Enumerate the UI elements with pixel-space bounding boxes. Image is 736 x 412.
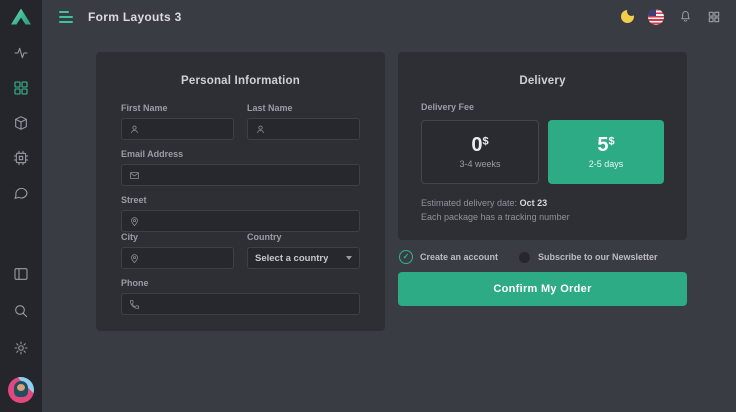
sidebar-item-layouts[interactable]: [13, 80, 29, 96]
first-name-label: First Name: [121, 103, 234, 113]
us-flag-language-icon[interactable]: [648, 9, 664, 25]
delivery-option-free[interactable]: 0$ 3-4 weeks: [421, 120, 539, 184]
tracking-note: Each package has a tracking number: [421, 211, 664, 225]
country-select[interactable]: Select a country: [247, 247, 360, 269]
personal-information-card: Personal Information First Name Last Nam…: [96, 52, 385, 331]
delivery-options: 0$ 3-4 weeks 5$ 2-5 days: [421, 120, 664, 184]
phone-label: Phone: [121, 278, 360, 288]
sidebar-nav-top: [13, 45, 29, 201]
header: Form Layouts 3: [42, 0, 736, 33]
page-title: Form Layouts 3: [88, 10, 182, 24]
header-actions: [621, 9, 721, 25]
delivery-option-free-price: 0$: [471, 135, 488, 155]
sidebar-item-settings[interactable]: [13, 340, 29, 356]
delivery-option-express-price: 5$: [597, 135, 614, 155]
sidebar-item-components[interactable]: [13, 115, 29, 131]
app-logo[interactable]: [0, 0, 42, 33]
email-label: Email Address: [121, 149, 360, 159]
pin-icon: [129, 216, 140, 227]
country-label: Country: [247, 232, 360, 242]
last-name-label: Last Name: [247, 103, 360, 113]
email-input[interactable]: [146, 170, 352, 181]
theme-moon-icon[interactable]: [621, 10, 634, 23]
chevron-down-icon: [346, 256, 352, 260]
settings-gear-icon: [13, 340, 29, 356]
sidebar-item-hardware[interactable]: [13, 150, 29, 166]
grid-menu-icon: [707, 10, 721, 24]
country-select-value: Select a country: [255, 253, 328, 264]
first-name-input[interactable]: [146, 124, 226, 135]
person-icon: [255, 124, 266, 135]
city-input[interactable]: [146, 253, 226, 264]
person-icon: [129, 124, 140, 135]
cube-icon: [13, 115, 29, 131]
delivery-fee-label: Delivery Fee: [421, 102, 664, 112]
subscribe-row: Create an account Subscribe to our Newsl…: [399, 250, 688, 264]
sidebar: [0, 0, 42, 412]
first-name-input-box: [121, 118, 234, 140]
delivery-notes: Estimated delivery date: Oct 23 Each pac…: [421, 197, 664, 225]
phone-icon: [129, 299, 140, 310]
search-icon: [13, 303, 29, 319]
envelope-icon: [129, 170, 140, 181]
city-label: City: [121, 232, 234, 242]
sidebar-item-search[interactable]: [13, 303, 29, 319]
bell-icon: [678, 9, 693, 24]
delivery-card: Delivery Delivery Fee 0$ 3-4 weeks 5$ 2-…: [398, 52, 687, 240]
last-name-input[interactable]: [272, 124, 352, 135]
chip-icon: [13, 150, 29, 166]
last-name-input-box: [247, 118, 360, 140]
user-avatar[interactable]: [8, 377, 34, 403]
phone-input-box: [121, 293, 360, 315]
panel-layout-icon: [13, 266, 29, 282]
create-account-checkbox[interactable]: [399, 250, 413, 264]
sidebar-nav-bottom: [8, 266, 34, 403]
menu-icon[interactable]: [59, 11, 73, 23]
delivery-option-express[interactable]: 5$ 2-5 days: [548, 120, 664, 184]
confirm-order-button[interactable]: Confirm My Order: [398, 272, 687, 306]
phone-input[interactable]: [146, 299, 352, 310]
newsletter-radio[interactable]: [518, 251, 531, 264]
delivery-option-free-duration: 3-4 weeks: [459, 159, 500, 169]
estimated-delivery-date: Oct 23: [520, 198, 548, 208]
delivery-title: Delivery: [398, 75, 687, 87]
sidebar-item-panel[interactable]: [13, 266, 29, 282]
activity-icon: [13, 45, 29, 61]
newsletter-label: Subscribe to our Newsletter: [538, 252, 658, 262]
personal-information-title: Personal Information: [96, 75, 385, 87]
create-account-label: Create an account: [420, 252, 498, 262]
sidebar-item-activity[interactable]: [13, 45, 29, 61]
notifications-bell-icon[interactable]: [678, 9, 693, 24]
pin-icon: [129, 253, 140, 264]
chat-bubble-icon: [13, 185, 29, 201]
personal-information-form: First Name Last Name Email Address: [96, 87, 385, 315]
sidebar-item-chat[interactable]: [13, 185, 29, 201]
city-input-box: [121, 247, 234, 269]
delivery-option-express-duration: 2-5 days: [589, 159, 624, 169]
apps-grid-icon[interactable]: [707, 10, 721, 24]
estimated-delivery-line: Estimated delivery date: Oct 23: [421, 197, 664, 211]
triangle-logo-icon: [11, 9, 31, 25]
street-input-box: [121, 210, 360, 232]
street-label: Street: [121, 195, 360, 205]
layout-grid-icon: [13, 80, 29, 96]
street-input[interactable]: [146, 216, 352, 227]
email-input-box: [121, 164, 360, 186]
